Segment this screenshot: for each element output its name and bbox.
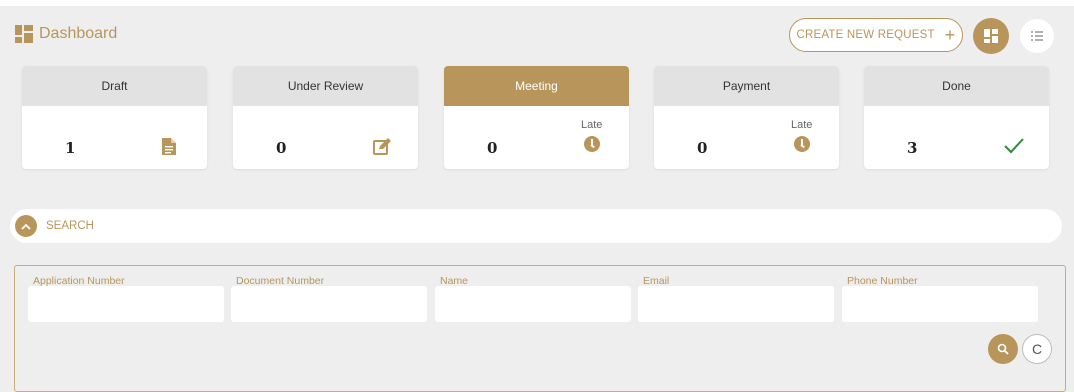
plus-icon: + [944,25,956,45]
email-input[interactable] [638,286,834,322]
create-new-request-button[interactable]: CREATE NEW REQUEST + [789,18,963,52]
dashboard-icon [15,25,33,43]
name-input[interactable] [435,286,631,322]
card-count: 3 [907,139,918,157]
chevron-up-icon[interactable] [15,215,37,237]
document-icon [162,138,176,160]
status-card-payment[interactable]: Payment 0 Late [654,66,839,169]
late-label: Late [791,119,813,131]
search-toggle-label: SEARCH [46,220,94,232]
card-title: Payment [654,66,839,106]
grid-view-icon [984,29,998,43]
edit-icon [373,138,391,160]
card-count: 1 [65,139,76,157]
card-title: Under Review [233,66,418,106]
card-count: 0 [276,139,287,157]
page-title: Dashboard [15,25,117,43]
card-title: Meeting [444,66,629,106]
search-icon [997,343,1009,355]
card-title: Done [864,66,1049,106]
search-panel: Application Number Document Number Name … [14,265,1066,392]
create-new-request-label: CREATE NEW REQUEST [796,29,935,41]
card-count: 0 [697,139,708,157]
clock-icon [794,136,810,152]
search-toggle-bar[interactable]: SEARCH [10,209,1062,243]
list-view-icon [1031,31,1043,41]
document-number-input[interactable] [231,286,427,322]
search-button[interactable] [988,334,1018,364]
status-card-under-review[interactable]: Under Review 0 [233,66,418,169]
page-title-text: Dashboard [39,25,118,42]
clock-icon [584,136,600,152]
dashboard-page: Dashboard CREATE NEW REQUEST + Draft 1 U… [0,6,1074,392]
card-count: 0 [487,139,498,157]
refresh-icon: C [1031,341,1043,357]
application-number-input[interactable] [28,286,224,322]
reset-button[interactable]: C [1022,334,1052,364]
status-card-meeting[interactable]: Meeting 0 Late [444,66,629,169]
card-title: Draft [22,66,207,106]
status-card-done[interactable]: Done 3 [864,66,1049,169]
grid-view-button[interactable] [973,18,1009,54]
late-label: Late [581,119,603,131]
status-card-draft[interactable]: Draft 1 [22,66,207,169]
phone-number-input[interactable] [842,286,1038,322]
check-icon [1004,138,1024,159]
list-view-button[interactable] [1020,19,1054,53]
